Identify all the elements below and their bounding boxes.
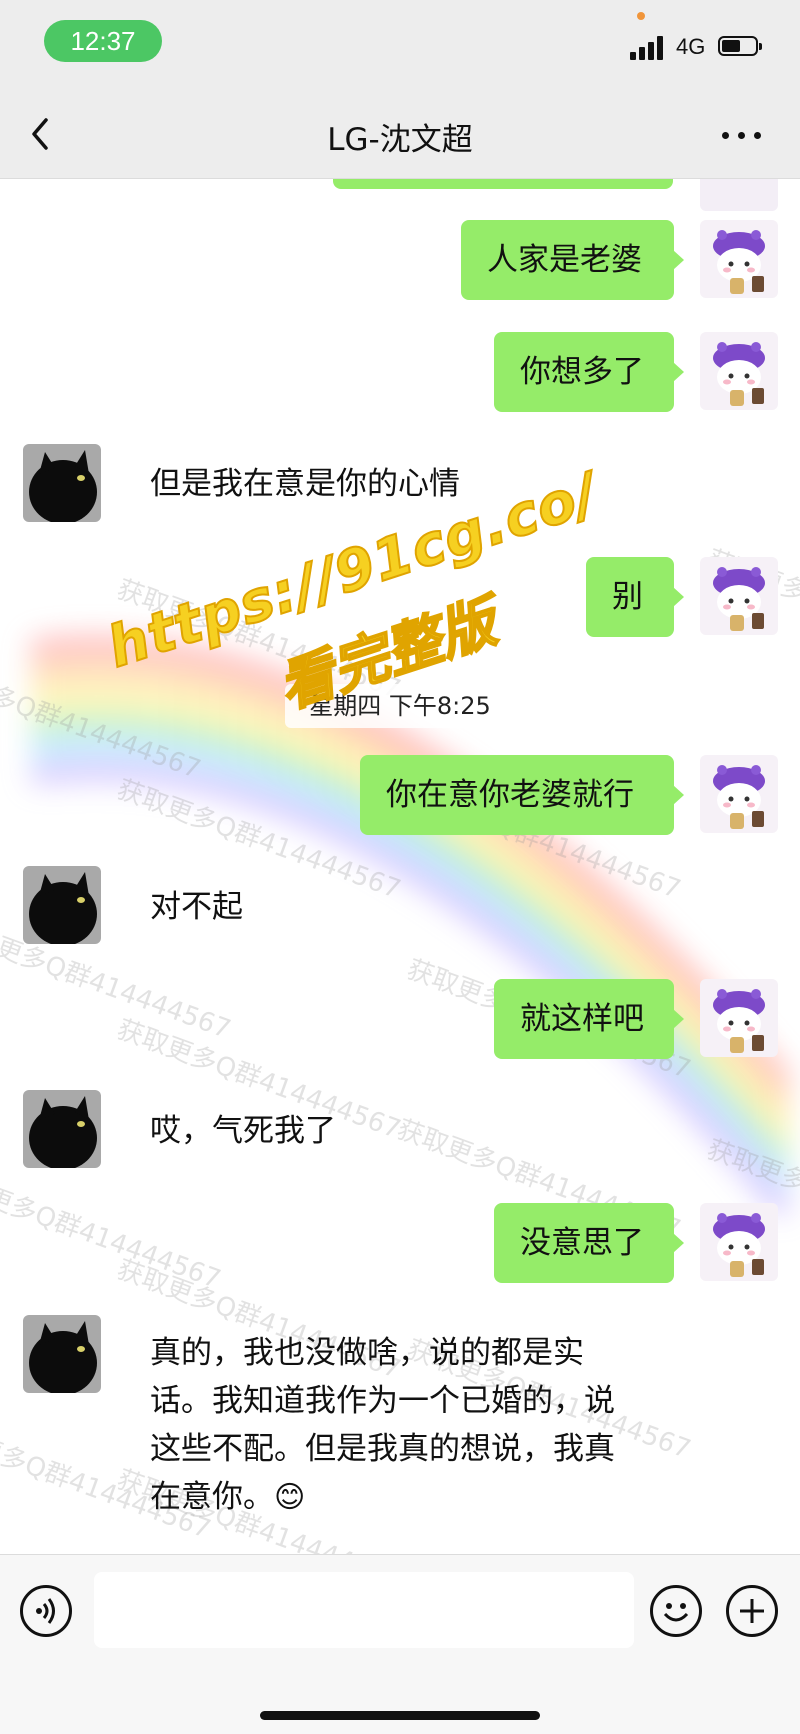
network-type: 4G	[676, 34, 706, 59]
message-bubble-sent[interactable]: 你想多了	[494, 332, 684, 412]
my-avatar[interactable]	[700, 557, 778, 635]
my-avatar[interactable]	[700, 220, 778, 298]
message-bubble-sent[interactable]: 你在意你老婆就行	[360, 755, 684, 835]
status-bar: 12:37 4G	[0, 0, 800, 90]
plus-icon[interactable]	[726, 1585, 778, 1637]
chat-area[interactable]: 获取更多Q群414444567 获取更多Q群414444567 获取更多Q群41…	[0, 179, 800, 1554]
chat-title: LG-沈文超	[327, 122, 473, 158]
message-line: 这些不配。但是我真的想说，我真	[150, 1431, 615, 1467]
my-avatar[interactable]	[700, 979, 778, 1057]
message-line: 在意你。	[150, 1479, 274, 1515]
contact-avatar[interactable]	[23, 444, 101, 522]
message-line: 真的，我也没做啥，说的都是实	[150, 1335, 584, 1371]
status-time: 12:37	[44, 20, 162, 62]
smile-emoji-icon: 😊	[274, 1480, 306, 1515]
message-bubble-sent[interactable]: 别	[586, 557, 684, 637]
my-avatar[interactable]	[700, 755, 778, 833]
input-bar	[0, 1554, 800, 1734]
battery-icon	[718, 36, 762, 56]
contact-avatar[interactable]	[23, 1090, 101, 1168]
my-avatar[interactable]	[700, 1203, 778, 1281]
contact-avatar[interactable]	[23, 866, 101, 944]
my-avatar[interactable]	[700, 332, 778, 410]
home-indicator	[260, 1711, 540, 1720]
chat-header: LG-沈文超	[0, 90, 800, 179]
qq-watermark: 获取更多Q群414444567	[0, 654, 205, 786]
message-bubble-received[interactable]: 哎，气死我了	[150, 1109, 336, 1153]
more-dots-icon[interactable]	[718, 112, 768, 156]
emoji-icon[interactable]	[650, 1585, 702, 1637]
message-bubble-sent[interactable]: 没意思了	[494, 1203, 684, 1283]
qq-watermark: 获取更多Q群414444567	[0, 1164, 225, 1296]
message-bubble-received[interactable]: 真的，我也没做啥，说的都是实 话。我知道我作为一个已婚的，说 这些不配。但是我真…	[150, 1329, 615, 1522]
signal-icon	[630, 36, 666, 60]
privacy-indicator-dot	[637, 12, 645, 20]
partial-message-bubble[interactable]	[333, 179, 673, 189]
message-bubble-sent[interactable]: 人家是老婆	[461, 220, 684, 300]
message-bubble-sent[interactable]: 就这样吧	[494, 979, 684, 1059]
message-line: 话。我知道我作为一个已婚的，说	[150, 1383, 615, 1419]
contact-avatar[interactable]	[23, 1315, 101, 1393]
voice-icon[interactable]	[20, 1585, 72, 1637]
message-timestamp: 星期四 下午8:25	[285, 684, 515, 728]
message-input[interactable]	[94, 1572, 634, 1648]
my-avatar[interactable]	[700, 179, 778, 211]
message-bubble-received[interactable]: 但是我在意是你的心情	[150, 462, 460, 506]
message-bubble-received[interactable]: 对不起	[150, 885, 243, 929]
